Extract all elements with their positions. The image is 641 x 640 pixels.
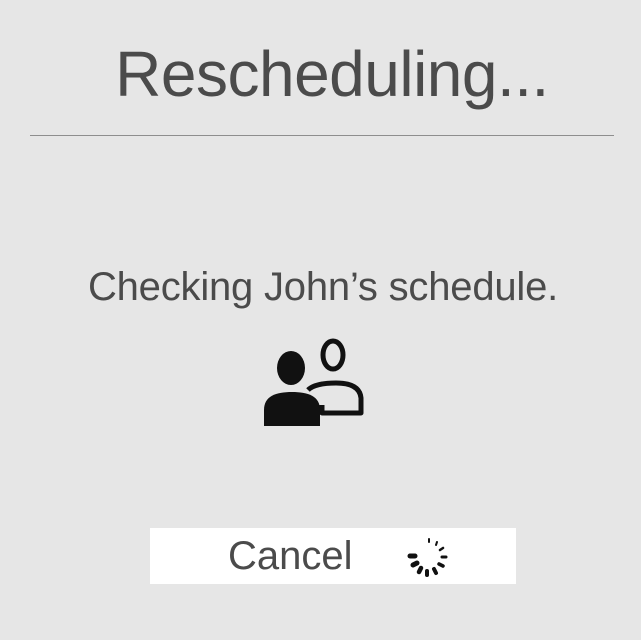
- loading-spinner-icon: [407, 538, 448, 577]
- cancel-button[interactable]: Cancel: [150, 528, 516, 584]
- contacts-icon: [264, 338, 364, 426]
- cancel-label: Cancel: [228, 534, 353, 578]
- status-message: Checking John’s schedule.: [87, 265, 559, 309]
- title-divider: [30, 135, 614, 136]
- dialog-title: Rescheduling...: [115, 38, 549, 110]
